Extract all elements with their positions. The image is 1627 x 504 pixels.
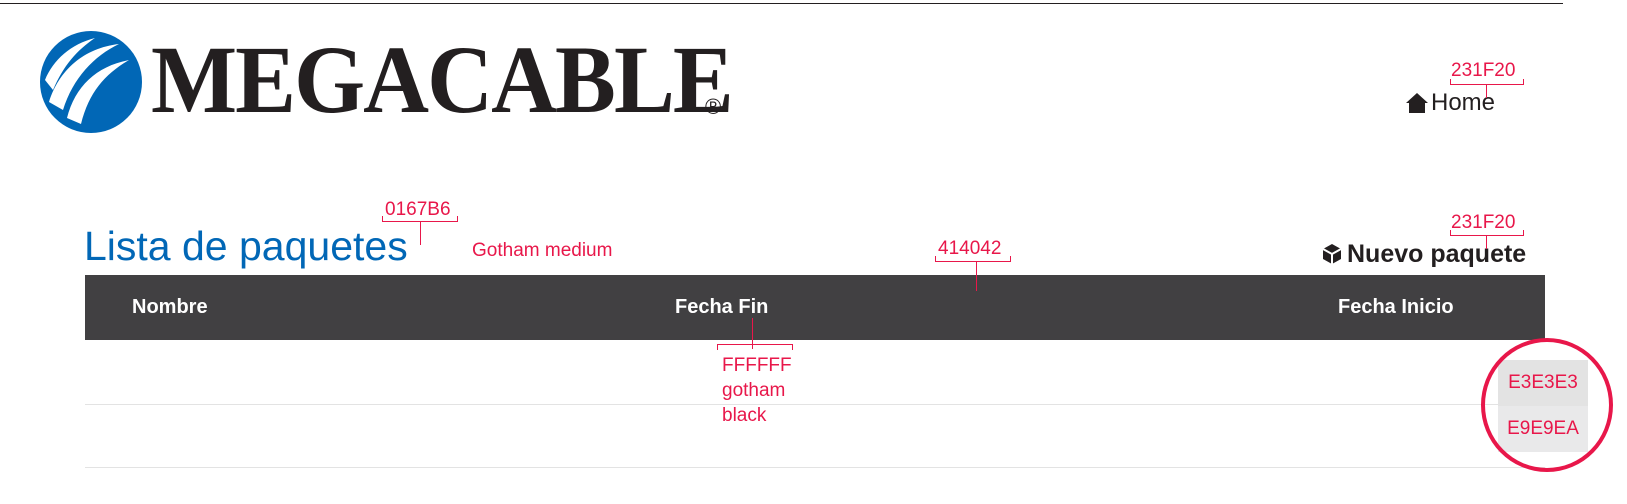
annotation-header-text-color: FFFFFF: [722, 355, 792, 376]
annotation-stem: [1486, 235, 1487, 249]
table-header: Nombre Fecha Fin Fecha Inicio: [85, 275, 1545, 340]
annotation-bracket: [717, 344, 793, 350]
megacable-wordmark: MEGACABLE: [151, 26, 734, 133]
package-icon: [1322, 244, 1342, 264]
packages-table: Nombre Fecha Fin Fecha Inicio: [85, 275, 1545, 468]
annotation-bracket: [1450, 230, 1524, 236]
column-header-fecha-fin[interactable]: Fecha Fin: [675, 294, 768, 320]
new-package-button[interactable]: Nuevo paquete: [1322, 240, 1526, 268]
annotation-stem: [1486, 84, 1487, 98]
highlight-circle: [1481, 338, 1613, 472]
annotation-header-text-font: gotham: [722, 380, 786, 401]
annotation-title-font: Gotham medium: [472, 240, 613, 261]
annotation-stem: [976, 261, 977, 291]
new-package-label: Nuevo paquete: [1347, 240, 1527, 268]
table-row[interactable]: [85, 340, 1545, 405]
annotation-bracket: [935, 256, 1011, 262]
top-divider: [0, 3, 1563, 4]
column-header-nombre[interactable]: Nombre: [132, 294, 208, 320]
column-header-fecha-inicio[interactable]: Fecha Inicio: [1338, 294, 1454, 320]
annotation-header-text-weight: black: [722, 405, 767, 426]
page-title: Lista de paquetes: [84, 223, 408, 269]
registered-mark: ®: [705, 94, 722, 119]
home-link[interactable]: Home: [1405, 90, 1495, 116]
table-row[interactable]: [85, 405, 1545, 468]
megacable-logo-mark-icon: [40, 31, 142, 133]
annotation-stem: [420, 221, 421, 245]
home-icon: [1406, 93, 1428, 113]
annotation-bracket: [1450, 79, 1524, 85]
megacable-logo[interactable]: MEGACABLE ®: [39, 30, 739, 140]
